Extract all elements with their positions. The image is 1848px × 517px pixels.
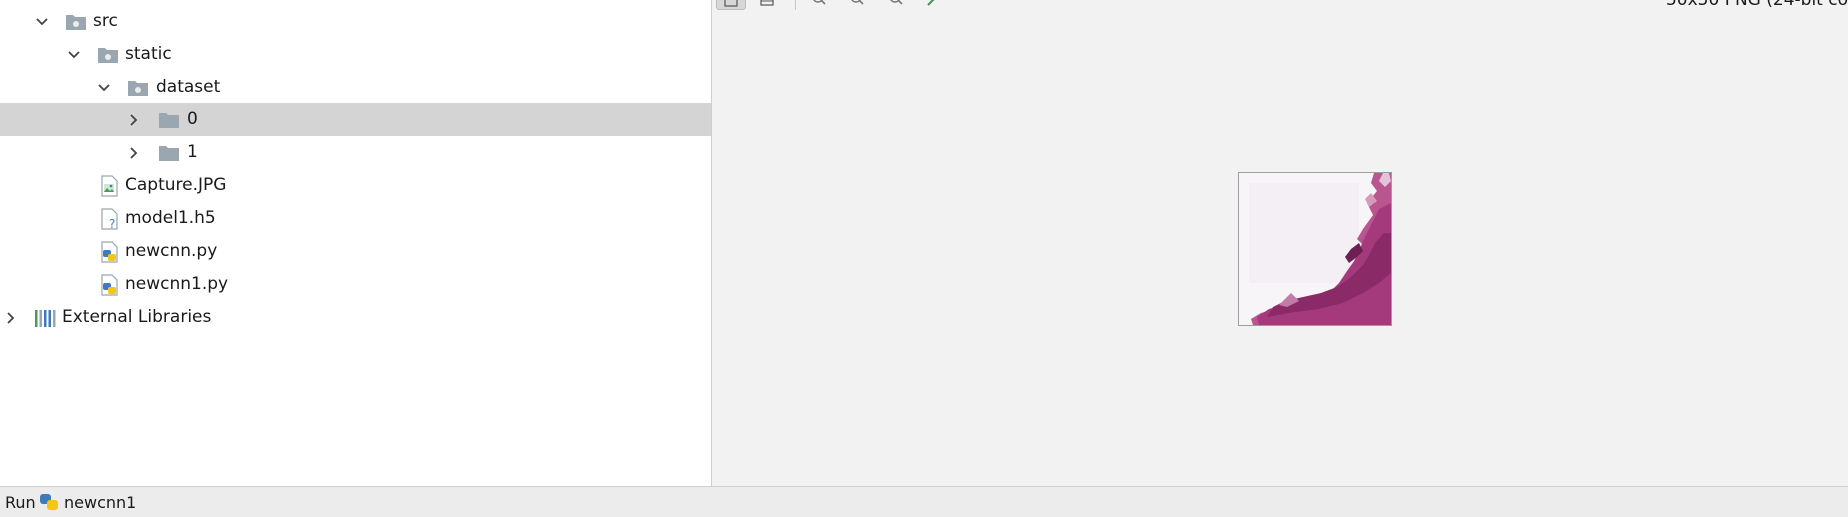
image-preview (1238, 172, 1392, 326)
chevron-right-icon[interactable] (126, 112, 142, 128)
unknown-file-icon: ? (101, 208, 118, 230)
libraries-icon (35, 310, 56, 327)
python-icon (40, 494, 58, 510)
folder-icon (98, 48, 118, 63)
image-file-icon (101, 175, 118, 197)
tree-item-capture-jpg[interactable]: Capture.JPG (0, 169, 711, 202)
chevron-right-icon[interactable] (3, 310, 19, 326)
tree-item-newcnn-py[interactable]: newcnn.py (0, 235, 711, 268)
tree-item-label: model1.h5 (125, 208, 216, 228)
tree-item-label: External Libraries (62, 307, 212, 327)
folder-icon (159, 113, 179, 128)
tree-item-newcnn1-py[interactable]: newcnn1.py (0, 268, 711, 301)
grid-icon (760, 0, 774, 6)
background-toggle-button[interactable] (716, 0, 746, 10)
zoom-out-button[interactable] (843, 0, 871, 8)
background-icon (724, 0, 738, 7)
run-label[interactable]: Run (5, 494, 36, 512)
tree-item-model1-h5[interactable]: ? model1.h5 (0, 202, 711, 235)
tree-item-folder-1[interactable]: 1 (0, 136, 711, 169)
zoom-in-button[interactable] (805, 0, 833, 8)
tree-item-src[interactable]: src (0, 5, 711, 38)
svg-text:?: ? (109, 217, 115, 230)
zoom-out-icon (851, 0, 864, 5)
zoom-in-icon (813, 0, 826, 5)
color-picker-button[interactable] (919, 0, 947, 8)
python-file-icon (101, 274, 118, 296)
python-file-icon (101, 241, 118, 263)
tree-item-label: dataset (156, 77, 221, 97)
chevron-down-icon[interactable] (66, 47, 82, 63)
tree-item-label: static (125, 44, 172, 64)
chevron-right-icon[interactable] (126, 145, 142, 161)
image-viewer-panel: 50x50 PNG (24-bit co (712, 0, 1848, 486)
actual-size-button[interactable] (882, 0, 910, 8)
project-tree-panel: src static dataset 0 1 Capture.JPG ? mod… (0, 0, 712, 486)
chevron-down-icon[interactable] (96, 80, 112, 96)
tree-item-label: newcnn.py (125, 241, 218, 261)
tree-item-label: 1 (187, 142, 198, 162)
tree-item-label: Capture.JPG (125, 175, 227, 195)
folder-icon (128, 81, 148, 96)
eyedropper-icon (927, 0, 935, 6)
tree-item-external-libraries[interactable]: External Libraries (0, 301, 711, 334)
run-config-name[interactable]: newcnn1 (64, 494, 136, 512)
image-info-text: 50x50 PNG (24-bit co (1665, 0, 1848, 10)
actual-size-icon (890, 0, 903, 5)
tissue-image (1239, 173, 1391, 325)
grid-toggle-button[interactable] (753, 0, 781, 8)
tree-item-label: src (93, 11, 118, 31)
folder-icon (66, 15, 86, 30)
toolbar-separator (795, 0, 796, 10)
chevron-down-icon[interactable] (34, 14, 50, 30)
tree-item-folder-0[interactable]: 0 (0, 103, 711, 136)
status-bar: Run newcnn1 (0, 486, 1848, 517)
tree-item-label: newcnn1.py (125, 274, 229, 294)
tree-item-label: 0 (187, 109, 198, 129)
tree-item-static[interactable]: static (0, 38, 711, 71)
folder-icon (159, 146, 179, 161)
tree-item-dataset[interactable]: dataset (0, 71, 711, 104)
